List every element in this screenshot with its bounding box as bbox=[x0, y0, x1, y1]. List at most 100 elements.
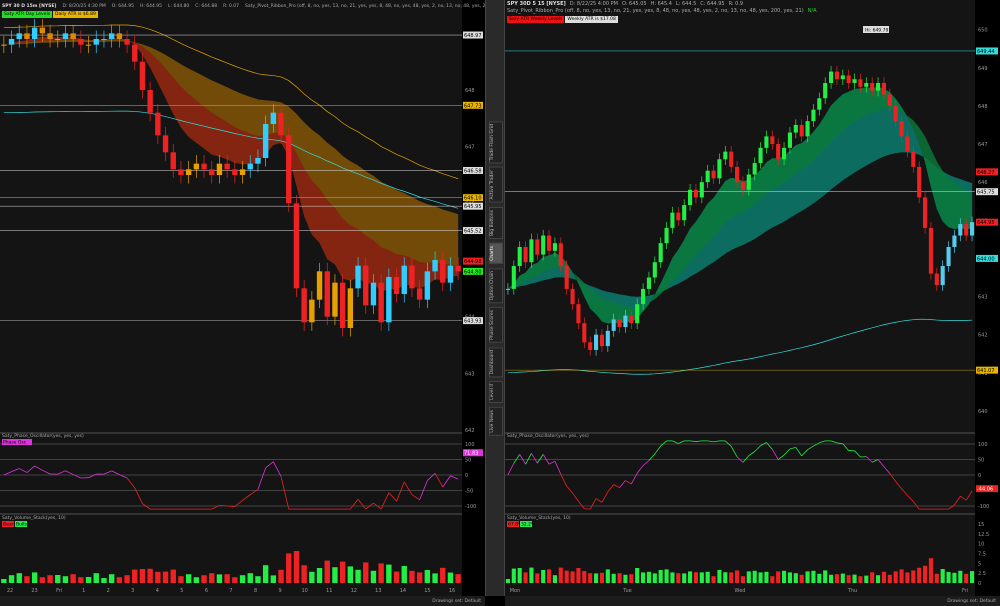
bar-date: D: 8/22/25 4:00 PM bbox=[569, 1, 618, 7]
candle bbox=[78, 39, 84, 45]
side-tab-level-ii[interactable]: Level II bbox=[489, 381, 503, 403]
candle bbox=[740, 182, 745, 190]
drawing-set[interactable]: Drawings set: Default bbox=[432, 599, 481, 604]
atr-value-tag: Daily ATR is $6.89 bbox=[53, 11, 98, 18]
candle bbox=[416, 288, 423, 300]
candle bbox=[735, 166, 740, 183]
side-tab-dashboard[interactable]: Dashboard bbox=[489, 347, 503, 378]
side-tab-option-chain[interactable]: Option Chain bbox=[489, 268, 503, 304]
volume-bar bbox=[8, 575, 15, 583]
side-tab-charts[interactable]: Charts bbox=[489, 243, 503, 264]
volume-bar bbox=[752, 570, 757, 583]
candle bbox=[705, 170, 710, 183]
side-tab-big-buttons[interactable]: Big Buttons bbox=[489, 207, 503, 240]
candle bbox=[85, 44, 92, 46]
ribbon-band bbox=[3, 36, 459, 293]
price-tick: 650 bbox=[978, 28, 988, 34]
candle bbox=[93, 39, 99, 45]
candle bbox=[62, 33, 69, 39]
volume-bar bbox=[611, 573, 616, 583]
high-label: Hi: 649.79 bbox=[865, 28, 888, 34]
candle bbox=[155, 112, 161, 136]
oscillator-segment bbox=[789, 447, 796, 450]
volume-bar bbox=[347, 566, 354, 583]
level-label: 646.58 bbox=[464, 168, 482, 174]
study-label[interactable]: Saty_Pivot_Ribbon_Pro (off, 8, no, yes, … bbox=[245, 4, 512, 9]
oscillator-segment bbox=[442, 475, 451, 488]
oscillator-segment bbox=[695, 440, 702, 442]
volume-tick: 12.5 bbox=[978, 532, 989, 538]
volume-bar bbox=[116, 577, 123, 583]
oscillator-segment bbox=[234, 499, 243, 507]
level-label: 649.44 bbox=[977, 49, 995, 55]
volume-bar bbox=[605, 569, 610, 583]
candle bbox=[139, 61, 146, 90]
candle bbox=[594, 334, 599, 350]
oscillator-segment bbox=[801, 449, 808, 457]
volume-bar bbox=[24, 576, 30, 583]
candle bbox=[178, 169, 184, 175]
volume-tick: 15 bbox=[978, 522, 984, 528]
volume-bar bbox=[440, 567, 446, 583]
symbol[interactable]: SPY 30 D 15m [NYSE] bbox=[2, 4, 56, 9]
volume-bar bbox=[928, 558, 933, 583]
oscillator-segment bbox=[954, 496, 961, 506]
time-tick: 15 bbox=[424, 588, 430, 594]
candle bbox=[729, 151, 734, 167]
long-ema-line bbox=[507, 318, 973, 375]
candle bbox=[946, 246, 951, 267]
oscillator-segment bbox=[434, 473, 444, 488]
side-tab-live-news[interactable]: Live News bbox=[489, 407, 503, 436]
drawing-set[interactable]: Drawings set: Default bbox=[947, 599, 996, 604]
volume-bar bbox=[787, 572, 792, 583]
volume-bar bbox=[162, 571, 169, 583]
candle bbox=[70, 33, 76, 39]
candle bbox=[829, 71, 834, 84]
candle bbox=[541, 235, 546, 255]
level-label: 648.97 bbox=[464, 33, 482, 39]
oscillator-segment bbox=[948, 504, 955, 510]
right-chart-canvas[interactable]: 640641642643644645646647648649650649.446… bbox=[505, 0, 1000, 596]
candle bbox=[529, 239, 534, 263]
left-chart-canvas[interactable]: 642643644645646647648649648.97647.73646.… bbox=[0, 0, 485, 596]
candle bbox=[658, 243, 663, 263]
volume-bar bbox=[858, 576, 863, 583]
price-tick: 649 bbox=[978, 66, 988, 72]
price-tick: 647 bbox=[978, 142, 988, 148]
price-tick: 647 bbox=[465, 145, 475, 151]
candle bbox=[817, 98, 822, 110]
side-tab-phase-scores[interactable]: Phase Scores bbox=[489, 307, 503, 343]
candle bbox=[332, 282, 338, 317]
oscillator-segment bbox=[357, 499, 367, 510]
candle bbox=[723, 151, 728, 160]
volume-bar bbox=[564, 570, 569, 583]
oscillator-segment bbox=[65, 470, 74, 475]
candle bbox=[39, 27, 46, 34]
oscillator-segment bbox=[403, 481, 413, 496]
candle bbox=[262, 124, 269, 158]
side-tab-active-trader[interactable]: Active Trader bbox=[489, 167, 503, 203]
volume-bar bbox=[893, 571, 898, 583]
volume-bar bbox=[47, 575, 53, 583]
candle bbox=[440, 260, 446, 283]
open: O: 645.05 bbox=[621, 1, 647, 7]
pane-divider bbox=[0, 513, 462, 515]
candle bbox=[970, 222, 975, 236]
candle bbox=[339, 282, 346, 328]
volume-bar bbox=[547, 569, 552, 583]
level-label: 647.73 bbox=[464, 103, 482, 109]
volume-bar bbox=[670, 572, 675, 583]
candle bbox=[582, 323, 587, 343]
side-tab-trade-flash-grid[interactable]: Trade Flash Grid bbox=[489, 121, 503, 164]
candle bbox=[8, 39, 15, 45]
low: L: 644.80 bbox=[168, 3, 190, 9]
candle bbox=[899, 121, 904, 137]
last-price-label: 644.00 bbox=[977, 256, 995, 262]
volume-bar bbox=[147, 568, 153, 583]
oscillator-segment bbox=[350, 499, 359, 510]
right-chart-panel[interactable]: 640641642643644645646647648649650649.446… bbox=[505, 0, 1000, 596]
symbol[interactable]: SPY 30D 5 15 [NYSE] bbox=[507, 1, 566, 7]
study-label[interactable]: Saty_Pivot_Ribbon_Pro (off, 8, no, yes, … bbox=[507, 8, 804, 14]
oscillator-segment bbox=[572, 492, 579, 502]
left-chart-panel[interactable]: 642643644645646647648649648.97647.73646.… bbox=[0, 0, 526, 596]
